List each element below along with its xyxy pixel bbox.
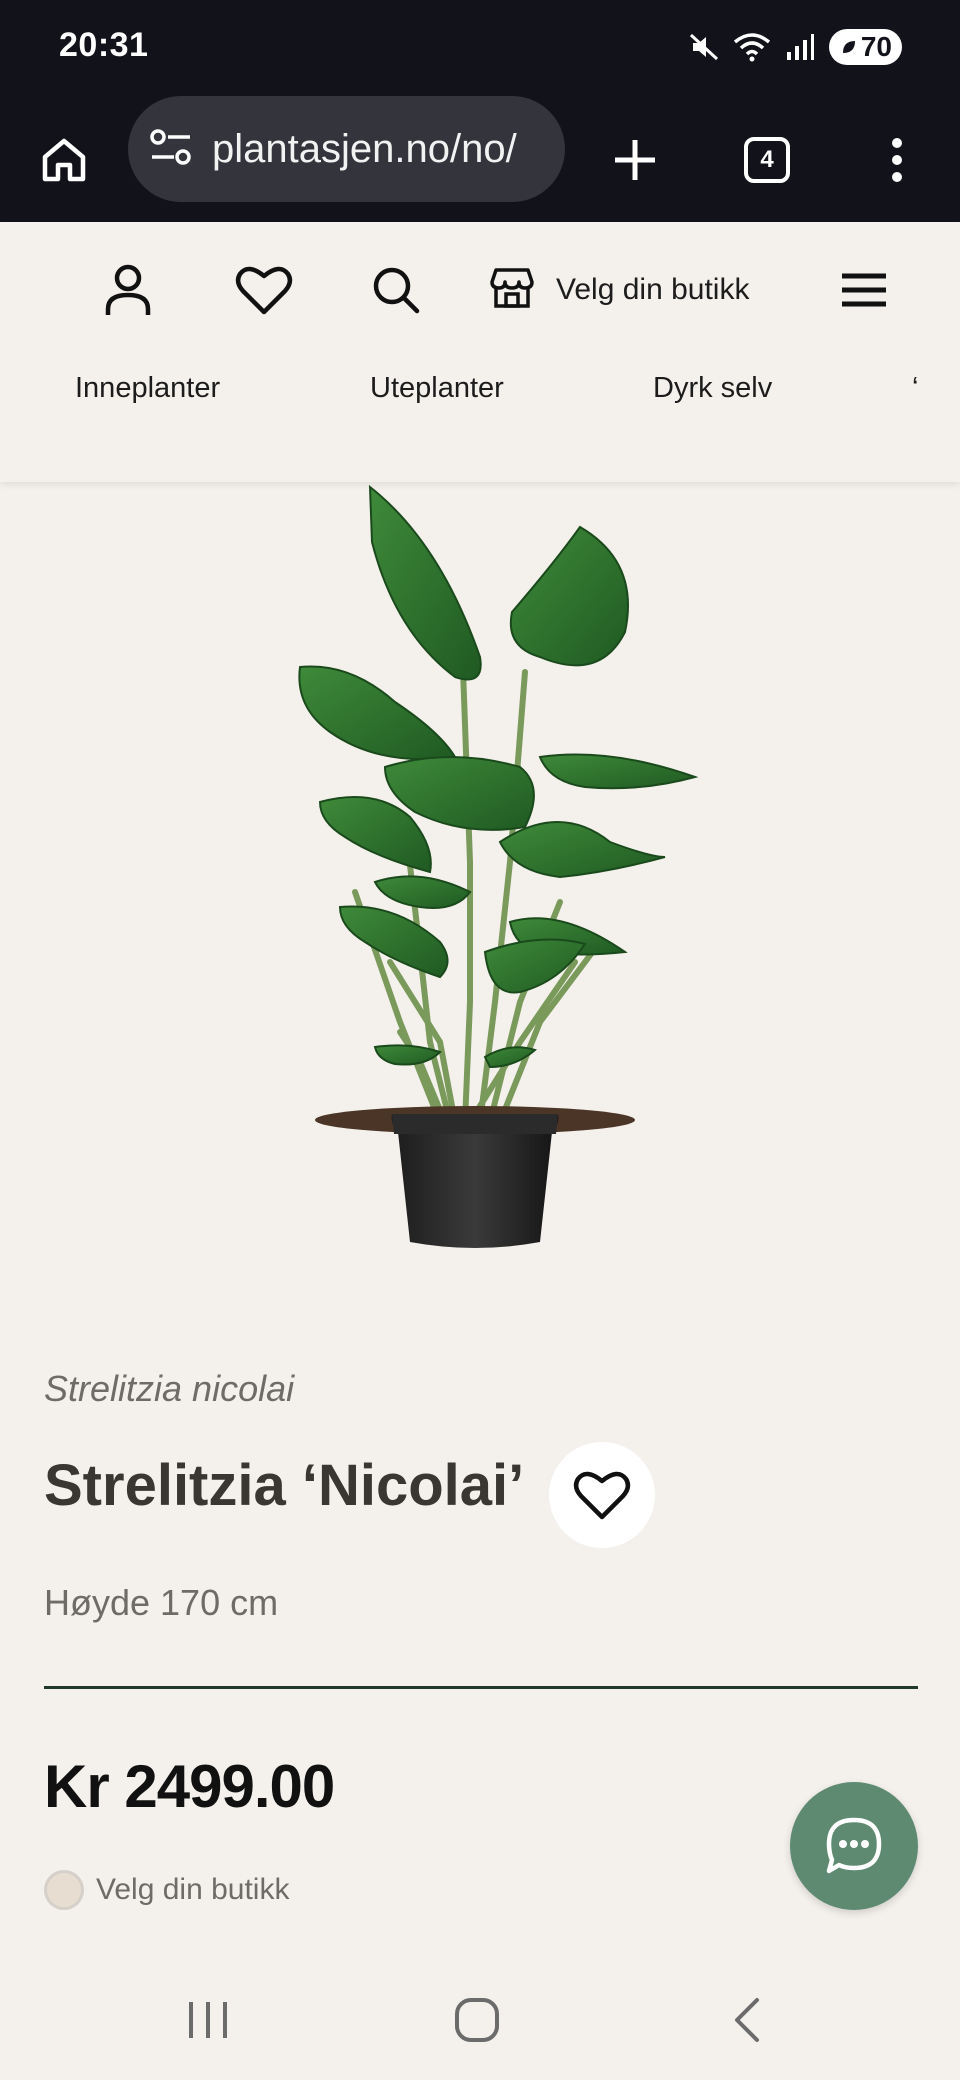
site-header: Velg din butikk Inneplanter Uteplanter D… bbox=[0, 222, 960, 482]
product-price: Kr 2499.00 bbox=[44, 1753, 335, 1820]
store-availability-label[interactable]: Velg din butikk bbox=[96, 1873, 289, 1907]
product-height: Høyde 170 cm bbox=[44, 1582, 279, 1623]
nav-item-truncated[interactable]: ‘ bbox=[912, 372, 918, 405]
availability-dot-icon bbox=[44, 1870, 84, 1910]
account-icon[interactable] bbox=[96, 258, 160, 322]
product-latin-name: Strelitzia nicolai bbox=[44, 1368, 295, 1409]
chat-icon[interactable] bbox=[823, 1815, 885, 1877]
store-select-label[interactable]: Velg din butikk bbox=[556, 273, 749, 307]
heart-icon[interactable] bbox=[232, 258, 296, 322]
status-icons: 70 bbox=[689, 26, 902, 68]
status-bar: 20:31 70 bbox=[0, 0, 960, 96]
more-icon[interactable] bbox=[861, 124, 933, 196]
new-tab-icon[interactable] bbox=[599, 124, 671, 196]
signal-icon bbox=[785, 32, 815, 62]
tabs-icon[interactable]: 4 bbox=[731, 124, 803, 196]
url-text[interactable]: plantasjen.no/no/ bbox=[212, 127, 517, 172]
battery-level: 70 bbox=[860, 31, 892, 62]
address-bar[interactable]: plantasjen.no/no/ bbox=[128, 96, 565, 202]
store-icon[interactable] bbox=[490, 266, 534, 315]
category-nav: Inneplanter Uteplanter Dyrk selv ‘ bbox=[0, 372, 960, 432]
divider bbox=[44, 1686, 918, 1689]
product-image[interactable] bbox=[0, 482, 960, 1272]
recent-apps-icon[interactable] bbox=[168, 1990, 248, 2050]
store-availability[interactable]: Velg din butikk bbox=[44, 1870, 289, 1910]
chat-button[interactable] bbox=[790, 1782, 918, 1910]
menu-icon[interactable] bbox=[832, 258, 896, 322]
favorite-button[interactable] bbox=[549, 1442, 655, 1548]
browser-toolbar: plantasjen.no/no/ 4 bbox=[0, 96, 960, 222]
nav-item-inneplanter[interactable]: Inneplanter bbox=[75, 372, 220, 405]
home-icon[interactable] bbox=[28, 124, 100, 196]
search-icon[interactable] bbox=[364, 258, 428, 322]
nav-item-dyrk-selv[interactable]: Dyrk selv bbox=[653, 372, 772, 405]
heart-icon[interactable] bbox=[572, 1469, 632, 1521]
status-time: 20:31 bbox=[59, 26, 149, 64]
battery-icon: 70 bbox=[828, 29, 902, 65]
product-title: Strelitzia ‘Nicolai’ bbox=[44, 1453, 525, 1518]
site-settings-icon[interactable] bbox=[148, 127, 194, 172]
tab-count[interactable]: 4 bbox=[744, 137, 790, 183]
mute-icon bbox=[689, 32, 719, 62]
back-icon[interactable] bbox=[707, 1990, 787, 2050]
store-select[interactable]: Velg din butikk bbox=[490, 258, 749, 322]
home-button-icon[interactable] bbox=[437, 1990, 517, 2050]
system-nav-bar bbox=[0, 1960, 960, 2080]
wifi-icon bbox=[733, 32, 771, 62]
nav-item-uteplanter[interactable]: Uteplanter bbox=[370, 372, 504, 405]
